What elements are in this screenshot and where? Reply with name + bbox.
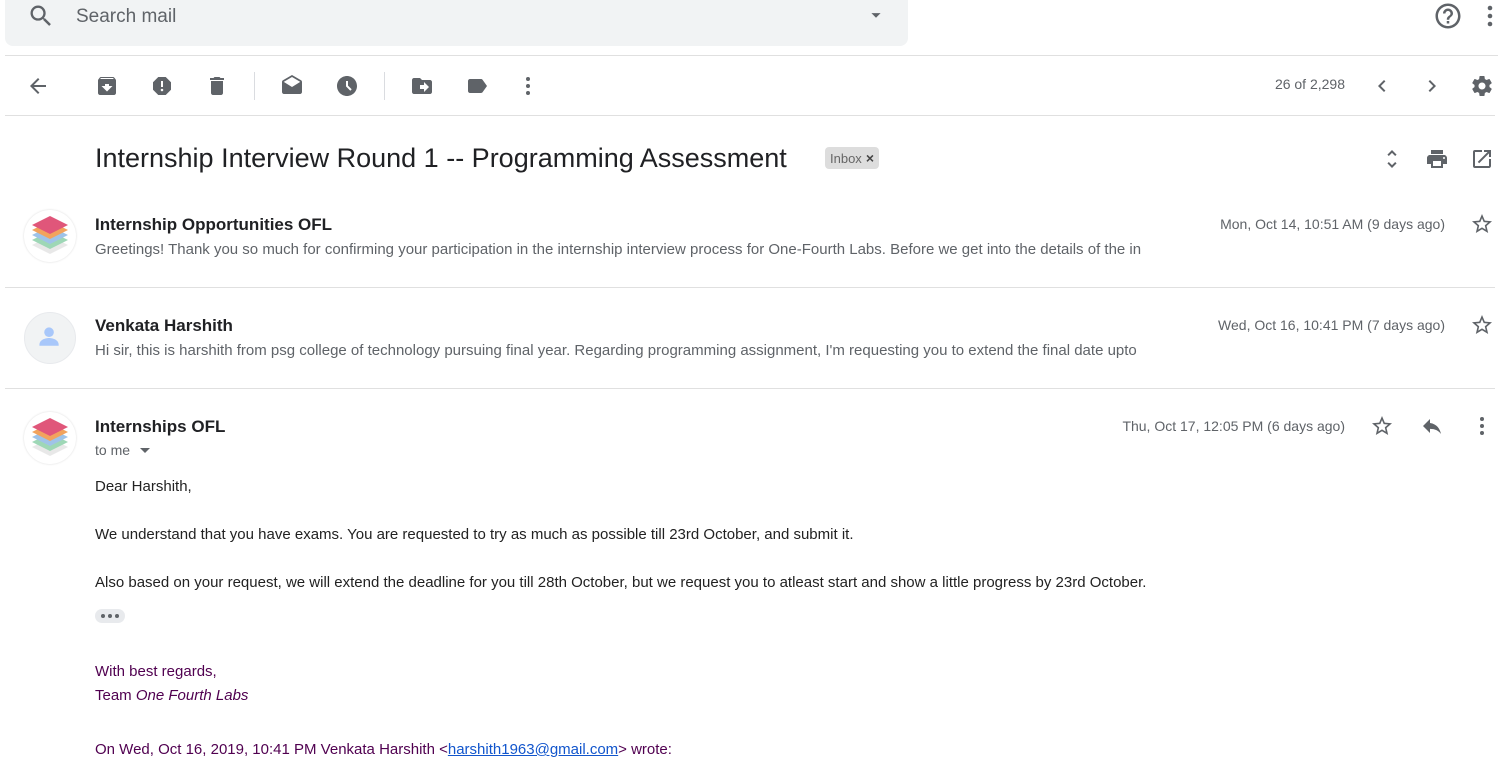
- open-new-window-icon[interactable]: [1469, 146, 1495, 172]
- message-snippet[interactable]: Greetings! Thank you so much for confirm…: [95, 241, 1215, 258]
- recipient-details[interactable]: to me: [95, 442, 151, 458]
- chevron-right-icon[interactable]: [1418, 72, 1446, 100]
- search-bar: [5, 0, 908, 46]
- thread-subject: Internship Interview Round 1 -- Programm…: [95, 143, 787, 173]
- archive-icon[interactable]: [93, 72, 121, 100]
- remove-label-icon[interactable]: ×: [866, 150, 874, 166]
- message-divider: [5, 287, 1495, 288]
- star-icon[interactable]: [1469, 211, 1495, 237]
- more-icon[interactable]: [514, 72, 542, 100]
- quote-suffix: > wrote:: [618, 741, 672, 758]
- message-body-line: We understand that you have exams. You a…: [95, 526, 854, 543]
- more-icon[interactable]: [1469, 413, 1495, 439]
- expand-all-icon[interactable]: [1379, 146, 1405, 172]
- star-icon[interactable]: [1369, 413, 1395, 439]
- mark-unread-icon[interactable]: [278, 72, 306, 100]
- signature-line: With best regards,: [95, 663, 217, 680]
- delete-icon[interactable]: [203, 72, 231, 100]
- message-date: Thu, Oct 17, 12:05 PM (6 days ago): [1122, 418, 1345, 434]
- avatar: [24, 210, 76, 262]
- help-icon[interactable]: [1433, 1, 1463, 31]
- toolbar-divider-line: [5, 115, 1495, 116]
- dot: [101, 614, 105, 618]
- quote-header: On Wed, Oct 16, 2019, 10:41 PM Venkata H…: [95, 741, 672, 758]
- message-snippet[interactable]: Hi sir, this is harshith from psg colleg…: [95, 342, 1215, 359]
- page-count: 26 of 2,298: [1274, 76, 1345, 92]
- report-spam-icon[interactable]: [148, 72, 176, 100]
- star-icon[interactable]: [1469, 312, 1495, 338]
- inbox-label-text: Inbox: [830, 150, 862, 166]
- inbox-label-chip[interactable]: Inbox ×: [825, 147, 879, 169]
- chevron-left-icon[interactable]: [1368, 72, 1396, 100]
- back-arrow-icon[interactable]: [24, 72, 52, 100]
- dot: [115, 614, 119, 618]
- quote-email-link[interactable]: harshith1963@gmail.com: [448, 741, 618, 758]
- label-icon[interactable]: [463, 72, 491, 100]
- quote-prefix: On Wed, Oct 16, 2019, 10:41 PM Venkata H…: [95, 741, 448, 758]
- snooze-icon[interactable]: [333, 72, 361, 100]
- signature-team-name: One Fourth Labs: [135, 687, 249, 704]
- search-icon[interactable]: [27, 2, 55, 30]
- chevron-down-icon[interactable]: [865, 4, 887, 26]
- message-body-line: Also based on your request, we will exte…: [95, 574, 1147, 591]
- toolbar-divider: [254, 72, 255, 100]
- message-sender[interactable]: Venkata Harshith: [95, 316, 233, 336]
- reply-icon[interactable]: [1419, 413, 1445, 439]
- show-trimmed-content-button[interactable]: [95, 609, 125, 623]
- message-sender[interactable]: Internships OFL: [95, 417, 225, 437]
- header-divider: [5, 55, 1498, 56]
- signature-team-prefix: Team: [95, 687, 136, 704]
- message-date: Mon, Oct 14, 10:51 AM (9 days ago): [1220, 216, 1445, 232]
- message-date: Wed, Oct 16, 10:41 PM (7 days ago): [1218, 317, 1445, 333]
- toolbar-divider: [384, 72, 385, 100]
- recipient-label: to me: [95, 442, 131, 458]
- more-vert-icon[interactable]: [1484, 2, 1498, 32]
- chevron-down-icon[interactable]: [140, 447, 151, 453]
- settings-icon[interactable]: [1468, 72, 1496, 100]
- avatar: [24, 312, 76, 364]
- message-body-line: Dear Harshith,: [95, 478, 192, 495]
- search-input[interactable]: [76, 6, 836, 28]
- message-divider: [5, 388, 1495, 389]
- signature-team: Team One Fourth Labs: [95, 687, 248, 704]
- move-to-icon[interactable]: [408, 72, 436, 100]
- print-icon[interactable]: [1424, 146, 1450, 172]
- dot: [108, 614, 112, 618]
- message-sender[interactable]: Internship Opportunities OFL: [95, 215, 332, 235]
- avatar: [24, 412, 76, 464]
